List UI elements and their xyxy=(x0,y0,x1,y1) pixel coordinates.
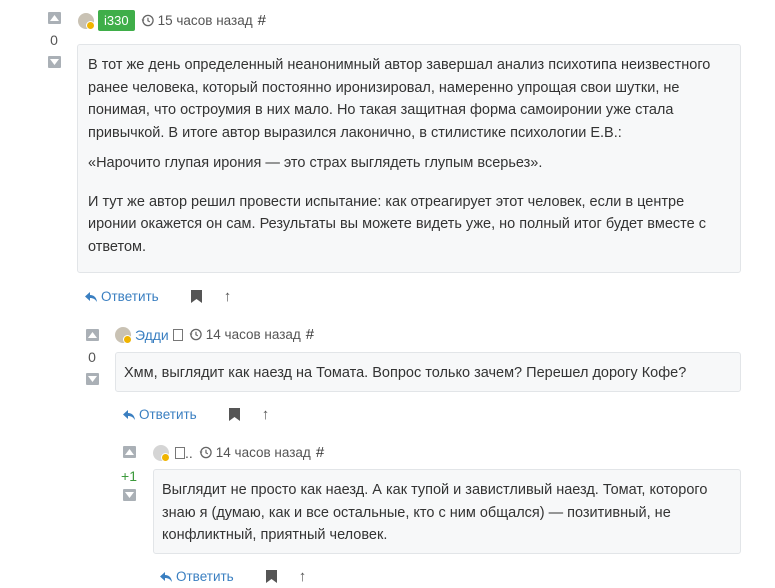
reply-label: Ответить xyxy=(101,289,159,304)
vote-count: 0 xyxy=(50,32,58,48)
arrow-up-icon xyxy=(124,449,134,455)
comment-actions: Ответить ↑ xyxy=(160,568,306,585)
timestamp[interactable]: 14 часов назад xyxy=(216,445,311,460)
reply-icon xyxy=(123,409,135,420)
history-icon xyxy=(141,14,154,27)
scroll-up-link[interactable]: ↑ xyxy=(262,406,270,423)
comment-meta: .. 14 часов назад # xyxy=(153,444,324,462)
comment-body: Хмм, выглядит как наезд на Томата. Вопро… xyxy=(115,352,741,392)
comment-paragraph: «Нарочито глупая ирония — это страх выгл… xyxy=(88,155,543,171)
bookmark-icon[interactable] xyxy=(228,408,240,421)
arrow-down-icon xyxy=(87,376,97,382)
vote-widget: +1 xyxy=(119,446,139,501)
comment-paragraph: И тут же автор решил провести испытание:… xyxy=(88,193,706,255)
vote-widget: 0 xyxy=(44,12,64,68)
comment-paragraph: В тот же день определенный неанонимный а… xyxy=(88,57,711,141)
comment-body: Выглядит не просто как наезд. А как тупо… xyxy=(153,469,741,554)
reply-label: Ответить xyxy=(139,407,197,422)
reply-button[interactable]: Ответить xyxy=(123,407,197,422)
comment-meta: Эдди 14 часов назад # xyxy=(115,326,314,344)
timestamp[interactable]: 15 часов назад xyxy=(158,13,253,28)
arrow-up-icon xyxy=(87,332,97,338)
status-icon xyxy=(172,328,183,341)
reply-icon xyxy=(160,571,172,582)
scroll-up-link[interactable]: ↑ xyxy=(224,288,232,305)
avatar[interactable] xyxy=(153,444,170,462)
comment-meta: i330 15 часов назад # xyxy=(78,10,266,31)
comment-actions: Ответить ↑ xyxy=(85,288,231,305)
reply-button[interactable]: Ответить xyxy=(160,569,234,584)
vote-widget: 0 xyxy=(82,329,102,385)
bookmark-icon[interactable] xyxy=(190,290,202,303)
permalink[interactable]: # xyxy=(258,12,266,29)
bookmark-icon[interactable] xyxy=(265,570,277,583)
arrow-down-icon xyxy=(124,492,134,498)
reply-button[interactable]: Ответить xyxy=(85,289,159,304)
comment-body: В тот же день определенный неанонимный а… xyxy=(77,44,741,273)
upvote-button[interactable] xyxy=(85,329,99,341)
author-badge[interactable]: i330 xyxy=(98,10,135,31)
arrow-down-icon xyxy=(49,59,59,65)
history-icon xyxy=(189,328,202,341)
avatar[interactable] xyxy=(115,326,132,344)
permalink[interactable]: # xyxy=(316,444,324,461)
upvote-button[interactable] xyxy=(122,446,136,458)
comment-paragraph: Выглядит не просто как наезд. А как тупо… xyxy=(162,482,708,543)
comment-paragraph: Хмм, выглядит как наезд на Томата. Вопро… xyxy=(124,365,687,381)
reply-icon xyxy=(85,291,97,302)
arrow-up-icon xyxy=(49,15,59,21)
downvote-button[interactable] xyxy=(122,489,136,501)
vote-count: 0 xyxy=(88,349,96,365)
timestamp[interactable]: 14 часов назад xyxy=(206,327,301,342)
comment-actions: Ответить ↑ xyxy=(123,406,269,423)
status-icon xyxy=(175,446,185,459)
reply-label: Ответить xyxy=(176,569,234,584)
avatar[interactable] xyxy=(78,12,95,30)
permalink[interactable]: # xyxy=(306,326,314,343)
author-name[interactable]: Эдди xyxy=(135,327,169,343)
vote-count: +1 xyxy=(121,468,137,484)
history-icon xyxy=(199,446,212,459)
upvote-button[interactable] xyxy=(47,12,61,24)
downvote-button[interactable] xyxy=(47,56,61,68)
scroll-up-link[interactable]: ↑ xyxy=(299,568,307,585)
downvote-button[interactable] xyxy=(85,373,99,385)
author-name[interactable]: .. xyxy=(185,445,193,461)
